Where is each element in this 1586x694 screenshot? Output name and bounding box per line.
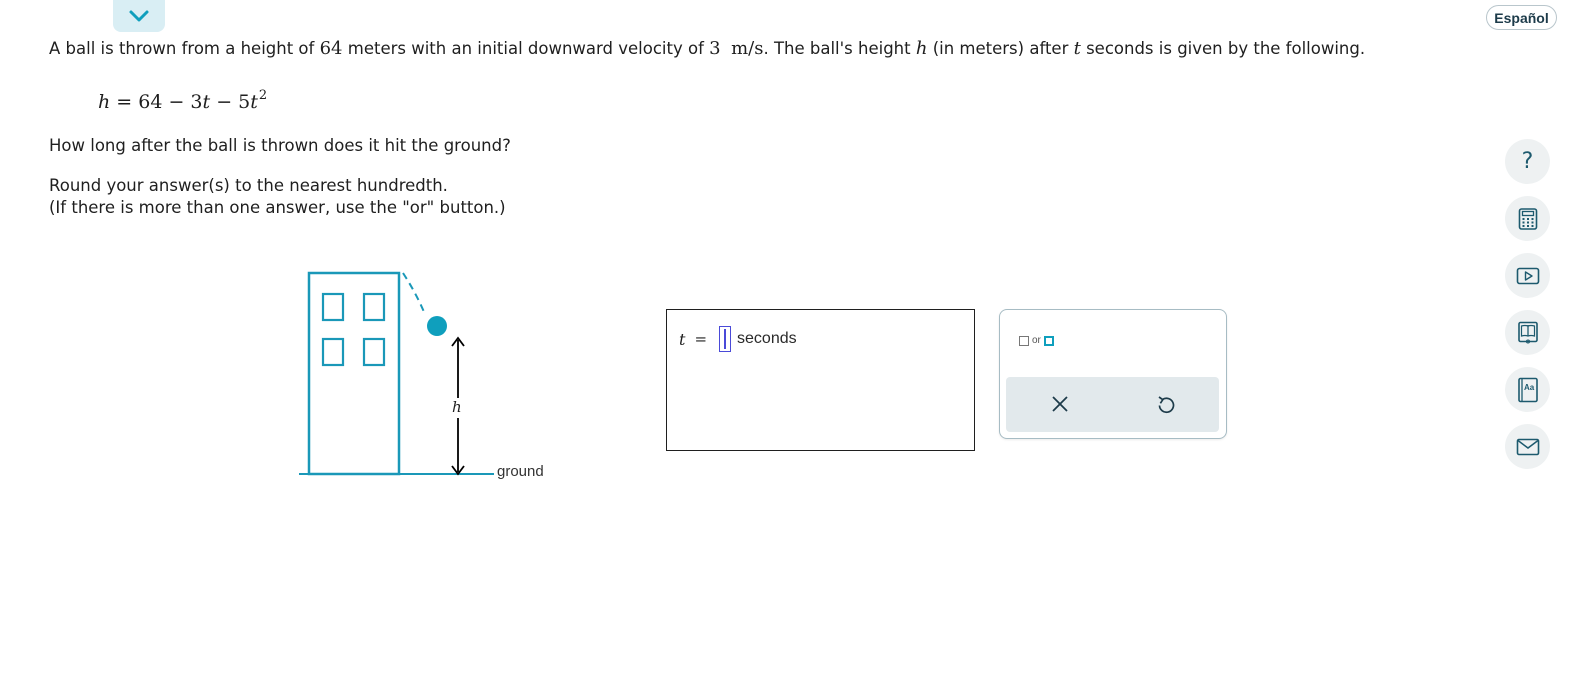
language-button[interactable]: Español	[1486, 5, 1557, 30]
figure-svg	[299, 271, 494, 476]
clear-button[interactable]	[1045, 389, 1075, 419]
tool-palette: or	[999, 309, 1227, 439]
chevron-down-icon	[129, 10, 149, 22]
height-label: h	[452, 398, 462, 416]
video-button[interactable]	[1505, 253, 1550, 298]
equation-t: t	[250, 91, 258, 113]
calculator-button[interactable]	[1505, 196, 1550, 241]
problem-statement: A ball is thrown from a height of 64 met…	[49, 38, 1365, 60]
problem-text-segment: meters with an initial downward velocity…	[342, 39, 710, 58]
ball	[427, 316, 447, 336]
undo-icon	[1158, 396, 1175, 414]
help-icon: ?	[1521, 148, 1534, 174]
equation-rhs-part: = 64 − 3	[110, 91, 203, 113]
problem-text-segment: (in meters) after	[927, 39, 1074, 58]
or-button-instruction: (If there is more than one answer, use t…	[49, 198, 506, 217]
message-icon	[1516, 438, 1539, 455]
textbook-icon	[1517, 321, 1538, 344]
answer-unit: seconds	[737, 330, 797, 347]
rounding-instruction: Round your answer(s) to the nearest hund…	[49, 176, 448, 195]
answer-row: t = seconds	[679, 326, 797, 352]
collapse-button[interactable]	[113, 0, 165, 32]
building-ball-figure: h ground	[298, 268, 558, 492]
building-window	[321, 292, 345, 322]
answer-box: t = seconds	[666, 309, 975, 451]
or-button[interactable]: or	[1019, 335, 1054, 346]
question-text: How long after the ball is thrown does i…	[49, 136, 511, 155]
help-button[interactable]: ?	[1505, 139, 1550, 184]
ball-trajectory	[402, 272, 425, 313]
velocity-value: 3	[709, 38, 721, 59]
or-box-left-icon	[1019, 335, 1029, 346]
problem-text-segment: . The ball's height	[763, 39, 916, 58]
or-box-right-icon	[1043, 335, 1054, 346]
glossary-label: Aa	[1524, 383, 1535, 392]
or-label: or	[1032, 335, 1041, 346]
equation-exponent: 2	[258, 88, 268, 103]
building-window	[321, 337, 345, 367]
variable-t: t	[1073, 38, 1081, 59]
answer-input[interactable]	[719, 326, 732, 352]
problem-text-segment: seconds is given by the following.	[1080, 39, 1366, 58]
variable-h: h	[915, 38, 928, 59]
building-window	[362, 337, 386, 367]
answer-equals: =	[694, 330, 708, 348]
height-equation: h = 64 − 3t − 5t2	[98, 88, 267, 113]
answer-variable: t	[679, 329, 686, 349]
equation-lhs: h	[98, 91, 111, 113]
height-value: 64	[319, 38, 343, 59]
textbook-button[interactable]	[1505, 310, 1550, 355]
close-icon	[1052, 396, 1068, 412]
equation-rhs-part: − 5	[210, 91, 251, 113]
building-window	[362, 292, 386, 322]
ground-label: ground	[497, 463, 544, 480]
equation-t: t	[202, 91, 211, 113]
problem-text-segment: A ball is thrown from a height of	[49, 39, 320, 58]
velocity-unit: m/s	[731, 38, 764, 59]
calculator-icon	[1518, 207, 1537, 230]
glossary-button[interactable]: Aa	[1505, 367, 1550, 412]
palette-actions	[1006, 377, 1219, 432]
undo-button[interactable]	[1151, 389, 1181, 419]
message-button[interactable]	[1505, 424, 1550, 469]
video-icon	[1516, 267, 1539, 284]
